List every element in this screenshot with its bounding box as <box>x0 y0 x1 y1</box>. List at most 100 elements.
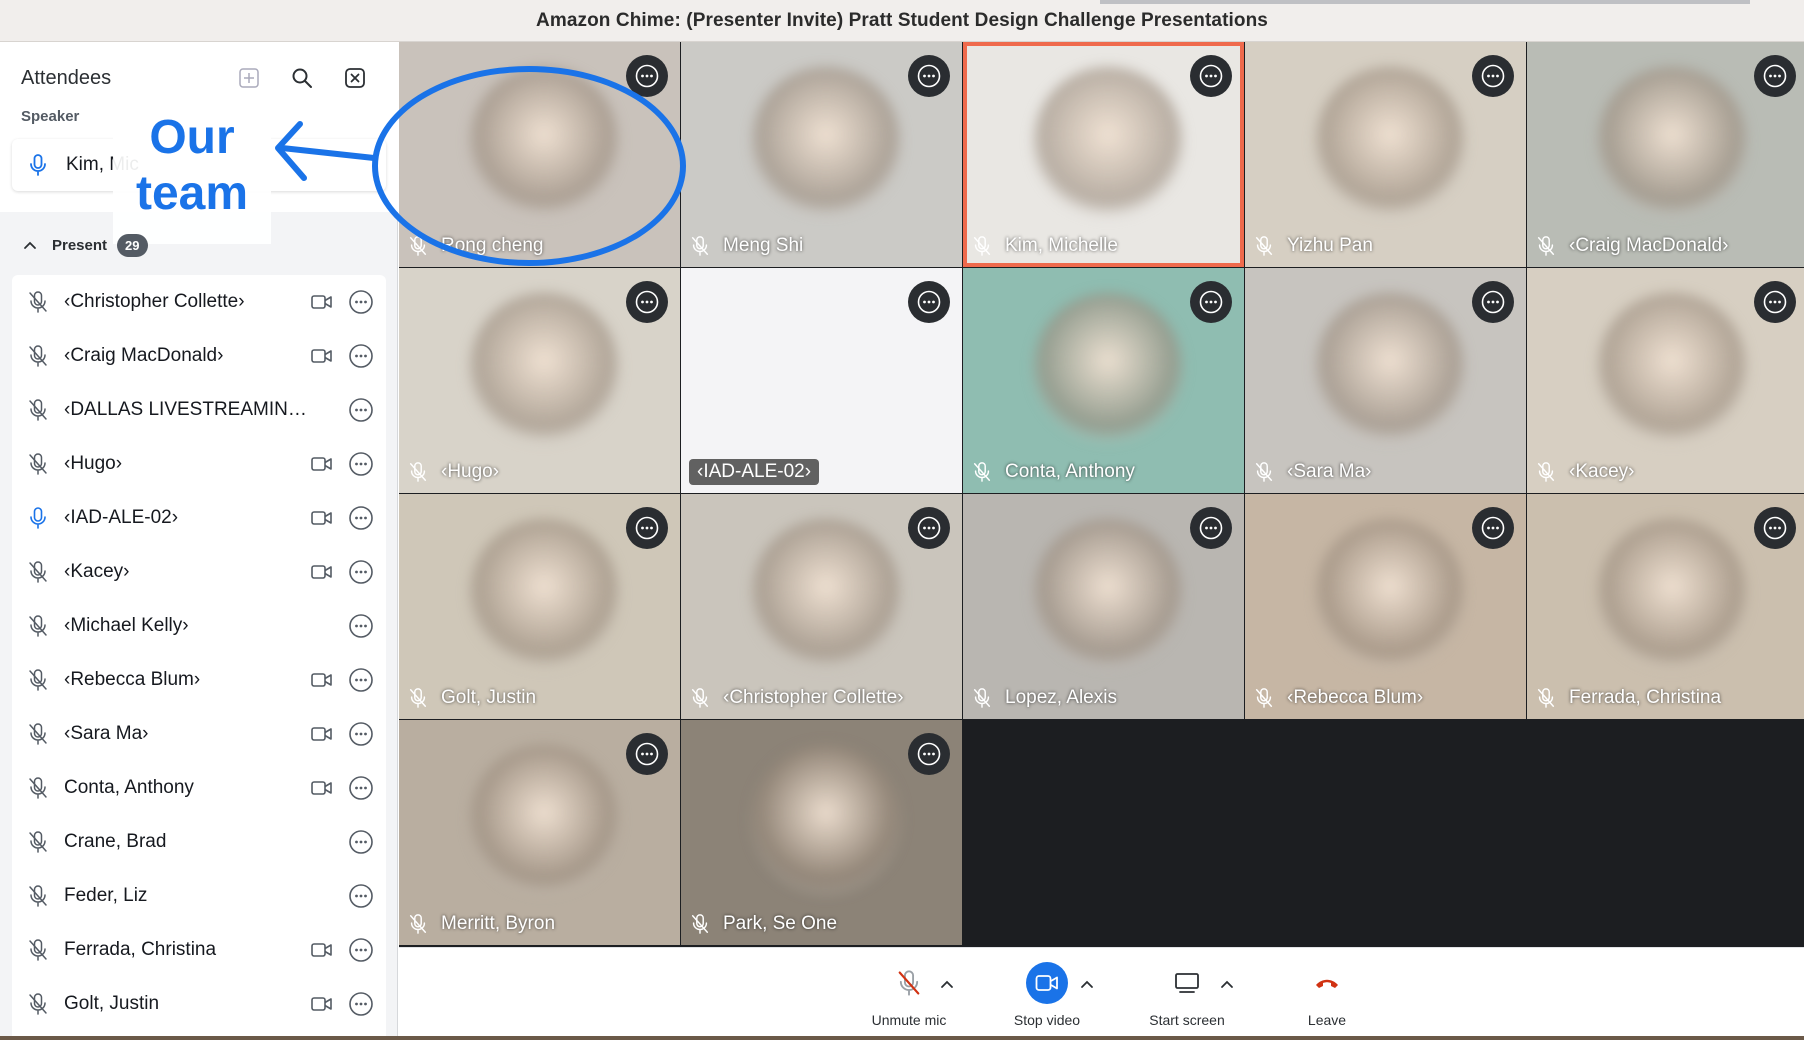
attendee-row[interactable]: ‹Hugo› <box>12 437 386 491</box>
mic-muted-icon <box>898 970 920 996</box>
video-tile[interactable]: Kim, Michelle <box>963 42 1244 267</box>
participant-name: Ferrada, Christina <box>1569 687 1722 708</box>
tile-more-options-icon[interactable] <box>908 55 950 97</box>
more-options-icon[interactable] <box>348 829 374 855</box>
video-tile[interactable]: ‹Sara Ma› <box>1245 268 1526 493</box>
more-options-icon[interactable] <box>348 775 374 801</box>
mic-muted-icon <box>26 884 50 908</box>
video-options-chevron-icon[interactable] <box>1077 974 1097 994</box>
desktop-strip <box>0 1036 1804 1040</box>
mic-muted-icon <box>1535 687 1557 709</box>
stop-video-label: Stop video <box>1013 1012 1081 1028</box>
video-tile[interactable]: ‹Kacey› <box>1527 268 1804 493</box>
stop-video-button[interactable]: Stop video <box>992 962 1102 1028</box>
video-tile[interactable]: Conta, Anthony <box>963 268 1244 493</box>
video-tile[interactable]: Golt, Justin <box>399 494 680 719</box>
attendee-name: Conta, Anthony <box>64 777 194 798</box>
attendee-row[interactable]: ‹Sara Ma› <box>12 707 386 761</box>
mic-options-chevron-icon[interactable] <box>937 974 957 994</box>
attendee-row[interactable]: ‹Michael Kelly› <box>12 599 386 653</box>
tile-more-options-icon[interactable] <box>1190 507 1232 549</box>
tile-more-options-icon[interactable] <box>1190 281 1232 323</box>
attendee-name: ‹DALLAS LIVESTREAMIN… <box>64 399 307 420</box>
tile-more-options-icon[interactable] <box>1472 507 1514 549</box>
attendee-row[interactable]: ‹DALLAS LIVESTREAMIN… <box>12 383 386 437</box>
video-camera-icon <box>310 777 334 799</box>
mic-muted-icon <box>1253 461 1275 483</box>
attendee-row[interactable]: ‹Craig MacDonald› <box>12 329 386 383</box>
video-tile[interactable]: Park, Se One <box>681 720 962 945</box>
leave-button[interactable]: Leave <box>1272 962 1382 1028</box>
more-options-icon[interactable] <box>348 451 374 477</box>
tile-more-options-icon[interactable] <box>1472 55 1514 97</box>
participant-name: ‹Christopher Collette› <box>723 687 904 708</box>
participant-label: ‹IAD-ALE-02› <box>689 457 820 487</box>
more-options-icon[interactable] <box>348 613 374 639</box>
attendee-row[interactable]: Ferrada, Christina <box>12 923 386 977</box>
more-options-icon[interactable] <box>348 289 374 315</box>
more-options-icon[interactable] <box>348 721 374 747</box>
more-options-icon[interactable] <box>348 991 374 1017</box>
video-tile[interactable]: ‹Craig MacDonald› <box>1527 42 1804 267</box>
search-icon[interactable] <box>288 64 316 92</box>
video-tile[interactable]: Ferrada, Christina <box>1527 494 1804 719</box>
tile-more-options-icon[interactable] <box>908 733 950 775</box>
video-tile[interactable]: Yizhu Pan <box>1245 42 1526 267</box>
video-tile[interactable]: Meng Shi <box>681 42 962 267</box>
tile-more-options-icon[interactable] <box>1754 281 1796 323</box>
screen-options-chevron-icon[interactable] <box>1217 974 1237 994</box>
attendee-row[interactable]: ‹Rebecca Blum› <box>12 653 386 707</box>
attendee-row[interactable]: Conta, Anthony <box>12 761 386 815</box>
attendee-row[interactable]: Golt, Justin <box>12 977 386 1031</box>
present-section-toggle[interactable]: Present 29 <box>22 230 148 260</box>
start-screen-button[interactable]: Start screen <box>1132 962 1242 1028</box>
participant-video <box>469 519 619 669</box>
participant-label: Yizhu Pan <box>1253 231 1373 261</box>
video-tile[interactable]: Lopez, Alexis <box>963 494 1244 719</box>
more-options-icon[interactable] <box>348 559 374 585</box>
attendee-row[interactable]: ‹Kacey› <box>12 545 386 599</box>
tile-more-options-icon[interactable] <box>626 281 668 323</box>
add-attendee-icon[interactable] <box>235 64 263 92</box>
tile-more-options-icon[interactable] <box>1472 281 1514 323</box>
more-options-icon[interactable] <box>348 937 374 963</box>
tile-more-options-icon[interactable] <box>1754 55 1796 97</box>
annotation-arrow-icon <box>275 121 377 181</box>
tile-more-options-icon[interactable] <box>908 281 950 323</box>
tile-more-options-icon[interactable] <box>626 733 668 775</box>
tile-more-options-icon[interactable] <box>626 507 668 549</box>
tile-more-options-icon[interactable] <box>1754 507 1796 549</box>
annotation-line-1: Our <box>149 111 235 164</box>
video-tile[interactable]: ‹IAD-ALE-02› <box>681 268 962 493</box>
video-tile[interactable]: ‹Hugo› <box>399 268 680 493</box>
mic-muted-icon <box>26 344 50 368</box>
window-top-highlight <box>1100 0 1750 4</box>
participant-label: Lopez, Alexis <box>971 683 1117 713</box>
close-panel-icon[interactable] <box>341 64 369 92</box>
mic-muted-icon <box>1535 235 1557 257</box>
video-tile[interactable]: ‹Christopher Collette› <box>681 494 962 719</box>
mic-muted-icon <box>407 687 429 709</box>
mic-muted-icon <box>971 461 993 483</box>
video-tile[interactable]: ‹Rebecca Blum› <box>1245 494 1526 719</box>
participant-name: Meng Shi <box>723 235 804 256</box>
mic-muted-icon <box>26 668 50 692</box>
mic-muted-icon <box>26 614 50 638</box>
mic-muted-icon <box>689 913 711 935</box>
attendee-row[interactable]: Crane, Brad <box>12 815 386 869</box>
more-options-icon[interactable] <box>348 505 374 531</box>
attendee-name: ‹Craig MacDonald› <box>64 345 224 366</box>
video-tile[interactable]: Merritt, Byron <box>399 720 680 945</box>
unmute-mic-button[interactable]: Unmute mic <box>854 962 964 1028</box>
more-options-icon[interactable] <box>348 883 374 909</box>
more-options-icon[interactable] <box>348 343 374 369</box>
attendee-row[interactable]: ‹IAD-ALE-02› <box>12 491 386 545</box>
more-options-icon[interactable] <box>348 397 374 423</box>
tile-more-options-icon[interactable] <box>1190 55 1232 97</box>
attendee-row[interactable]: ‹Christopher Collette› <box>12 275 386 329</box>
mic-muted-icon <box>407 913 429 935</box>
tile-more-options-icon[interactable] <box>908 507 950 549</box>
attendee-row[interactable]: Feder, Liz <box>12 869 386 923</box>
more-options-icon[interactable] <box>348 667 374 693</box>
participant-video <box>1597 519 1747 669</box>
